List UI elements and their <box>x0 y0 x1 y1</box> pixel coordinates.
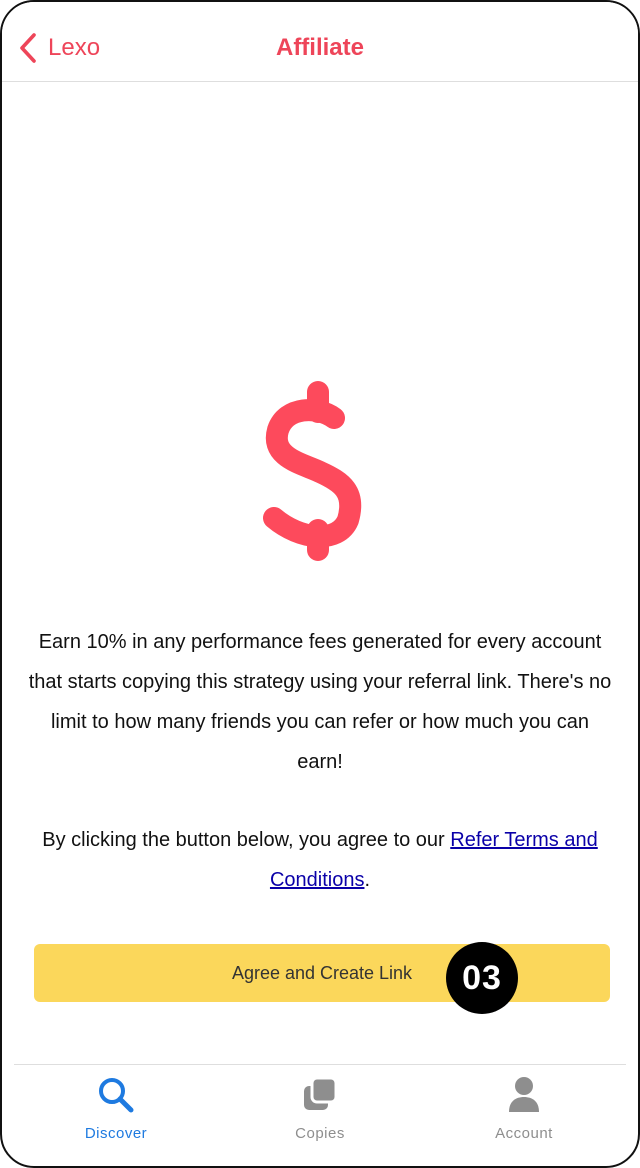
navigation-bar: Lexo Affiliate <box>2 2 638 82</box>
affiliate-description: Earn 10% in any performance fees generat… <box>28 631 612 773</box>
tab-label: Account <box>495 1125 553 1142</box>
tab-label: Discover <box>84 1125 148 1142</box>
agree-create-link-button[interactable]: Agree and Create Link <box>34 944 610 1002</box>
tab-discover[interactable]: Discover <box>14 1065 218 1166</box>
tab-bar: Discover Copies Account <box>14 1064 626 1166</box>
search-icon <box>96 1075 136 1115</box>
page-title: Affiliate <box>275 34 364 61</box>
tab-label: Copies <box>295 1125 345 1142</box>
step-badge: 03 <box>446 942 518 1014</box>
terms-suffix: . <box>364 869 371 891</box>
tab-account[interactable]: Account <box>422 1065 626 1166</box>
terms-notice: By clicking the button below, you agree … <box>26 820 614 900</box>
account-icon <box>504 1075 544 1115</box>
copies-icon <box>300 1075 340 1115</box>
tab-copies[interactable]: Copies <box>218 1065 422 1166</box>
terms-prefix: By clicking the button below, you agree … <box>42 829 451 851</box>
app-screen: Lexo Affiliate Earn 10% in any performan… <box>0 0 640 1168</box>
dollar-sign-icon <box>263 381 362 561</box>
